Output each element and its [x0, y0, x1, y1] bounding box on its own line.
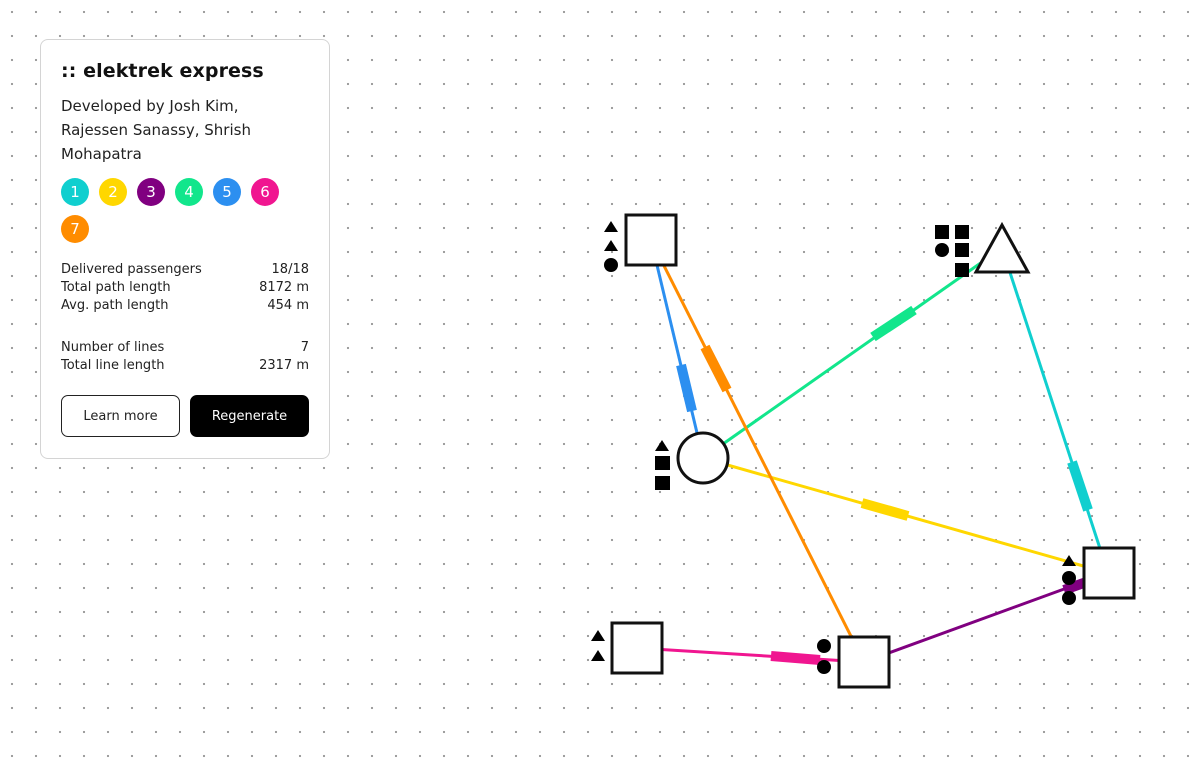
- passenger-circle: [1062, 591, 1076, 605]
- passenger-square: [655, 456, 670, 470]
- stations: [610, 213, 1136, 689]
- passenger-triangle: [591, 630, 605, 641]
- transit-map[interactable]: [0, 0, 1189, 761]
- station-A[interactable]: [624, 213, 678, 267]
- passenger-triangle: [604, 221, 618, 232]
- passenger-circle: [817, 660, 831, 674]
- station-B[interactable]: [973, 221, 1031, 274]
- station-D[interactable]: [1082, 546, 1136, 600]
- passenger-circle: [1062, 571, 1076, 585]
- passenger-triangle: [591, 650, 605, 661]
- passenger-square: [955, 225, 969, 239]
- passenger-square: [955, 263, 969, 277]
- passenger-circle: [817, 639, 831, 653]
- passenger-square: [955, 243, 969, 257]
- train-line-7: [700, 344, 732, 393]
- route-line-6[interactable]: [636, 646, 865, 664]
- route-line-1[interactable]: [1000, 247, 1110, 574]
- passenger-triangle: [604, 240, 618, 251]
- station-F[interactable]: [837, 635, 891, 689]
- train-line-4: [870, 305, 917, 342]
- train-line-2: [860, 498, 910, 521]
- passenger-circle: [935, 243, 949, 257]
- passenger-triangle: [655, 440, 669, 451]
- train-line-6: [770, 651, 821, 665]
- train-line-5: [676, 363, 697, 413]
- passenger-square: [935, 225, 949, 239]
- passenger-circle: [604, 258, 618, 272]
- station-E[interactable]: [610, 621, 664, 675]
- train-line-1: [1067, 460, 1093, 512]
- route-line-5[interactable]: [649, 239, 705, 459]
- station-C[interactable]: [676, 431, 730, 485]
- passenger-square: [655, 476, 670, 490]
- route-line-4[interactable]: [702, 246, 1003, 460]
